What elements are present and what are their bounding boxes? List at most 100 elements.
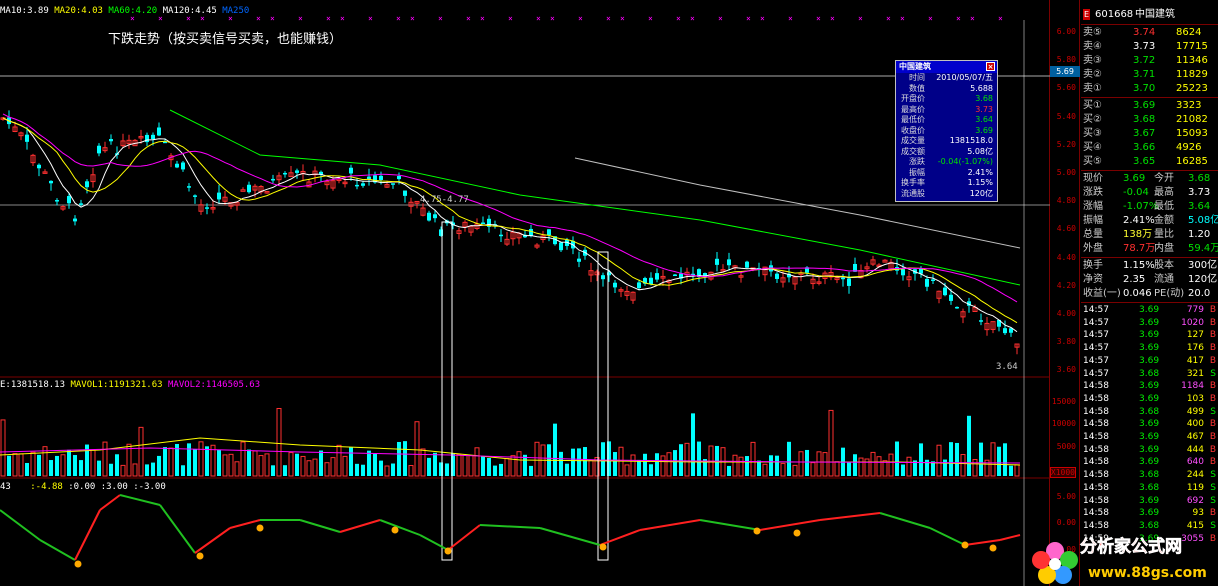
price-tick: 4.40 bbox=[1056, 252, 1076, 262]
popup-row: 时间 2010/05/07/五 bbox=[896, 73, 997, 84]
tick-volume: 119 bbox=[1186, 482, 1204, 493]
volume-bar bbox=[90, 449, 96, 477]
candle-body bbox=[181, 162, 185, 170]
tick-time: 14:58 bbox=[1083, 470, 1109, 481]
ask-label: 卖③ bbox=[1083, 55, 1102, 66]
quote-value: 2.41% bbox=[1123, 215, 1155, 226]
popup-row: 振幅 2.41% bbox=[896, 168, 997, 179]
indicator-segment bbox=[759, 519, 821, 531]
tick-volume: 400 bbox=[1186, 419, 1204, 430]
indicator-segment bbox=[599, 529, 641, 546]
fund-value: 300亿 bbox=[1188, 260, 1218, 271]
quote-label: 涨幅 bbox=[1083, 201, 1103, 212]
ask-price: 3.71 bbox=[1133, 69, 1156, 80]
mavol1-line bbox=[0, 437, 1021, 466]
candle-body bbox=[151, 134, 155, 140]
bid-volume: 4926 bbox=[1176, 142, 1202, 153]
tick-volume: 499 bbox=[1186, 406, 1204, 417]
data-popup[interactable]: 中国建筑 × 时间 2010/05/07/五 数值 5.688 开盘价 3.68 最高价 3.7… bbox=[895, 60, 998, 202]
market-badge: E bbox=[1083, 9, 1091, 20]
popup-title[interactable]: 中国建筑 × bbox=[896, 61, 997, 73]
volume-bar bbox=[0, 419, 6, 477]
tick-side: B bbox=[1209, 419, 1216, 430]
volume-bar bbox=[408, 465, 414, 477]
signal-marker: × bbox=[480, 14, 485, 23]
quote-label: 现价 bbox=[1083, 173, 1103, 184]
candle-body bbox=[775, 273, 779, 279]
volume-bar bbox=[792, 464, 798, 477]
tick-volume: 103 bbox=[1186, 393, 1204, 404]
volume-bar bbox=[120, 464, 126, 477]
price-tick: 4.80 bbox=[1056, 196, 1076, 206]
volume-legend: E:1381518.13 MAVOL1:1191321.63 MAVOL2:11… bbox=[0, 380, 260, 390]
buy-signal-dot bbox=[961, 541, 969, 549]
popup-value: 3.64 bbox=[975, 115, 993, 124]
tick-row: 14:58 3.69 103 B bbox=[1081, 393, 1218, 406]
volume-bar bbox=[25, 462, 29, 476]
quote-row: 涨幅 -1.07% 最低 3.64 bbox=[1081, 200, 1218, 213]
bid-row: 买⑤ 3.65 16285 bbox=[1081, 155, 1218, 168]
volume-bar bbox=[481, 456, 485, 476]
tick-row: 14:58 3.69 467 B bbox=[1081, 431, 1218, 444]
fund-row: 收益(一) 0.046 PE(动) 20.0 bbox=[1081, 287, 1218, 300]
volume-bar bbox=[349, 447, 353, 476]
price-tick: 3.80 bbox=[1056, 337, 1076, 347]
indicator-segment bbox=[419, 534, 449, 551]
candle-body bbox=[577, 258, 581, 262]
volume-bar bbox=[624, 464, 630, 477]
tick-side: B bbox=[1209, 355, 1216, 366]
volume-bar bbox=[565, 463, 569, 476]
candle-body bbox=[49, 180, 53, 184]
candle-body bbox=[673, 274, 677, 277]
tick-side: B bbox=[1209, 393, 1216, 404]
tick-row: 14:57 3.68 321 S bbox=[1081, 368, 1218, 381]
candle-body bbox=[427, 212, 431, 221]
volume-bar bbox=[787, 441, 791, 476]
candle-body bbox=[37, 164, 41, 169]
volume-bar bbox=[319, 450, 323, 476]
volume-bar bbox=[936, 444, 942, 477]
popup-title-text: 中国建筑 bbox=[899, 62, 931, 71]
signal-marker: × bbox=[410, 14, 415, 23]
volume-bar bbox=[73, 455, 77, 476]
volume-bar bbox=[151, 462, 155, 476]
kline-chart[interactable]: × × × × × × × × × × × × × × × × × × × × × × × × × × × × × × × × × × × × × × M… bbox=[0, 0, 1050, 586]
quote-row: 总量 138万 量比 1.20 bbox=[1081, 228, 1218, 241]
price-tick: 5.20 bbox=[1056, 139, 1076, 149]
signal-marker: × bbox=[368, 14, 373, 23]
buy-signal-dot bbox=[753, 527, 761, 535]
volume-bar bbox=[330, 457, 336, 477]
volume-bar bbox=[228, 453, 234, 477]
tick-price: 3.69 bbox=[1139, 305, 1160, 315]
signal-marker: × bbox=[956, 14, 961, 23]
vol-label: E:1381518.13 bbox=[0, 380, 66, 390]
volume-bar bbox=[613, 452, 617, 476]
tick-side: S bbox=[1210, 495, 1216, 506]
candle-body bbox=[949, 294, 953, 301]
tick-side: S bbox=[1210, 406, 1216, 417]
fund-value: 1.15% bbox=[1123, 260, 1155, 271]
tick-row: 14:57 3.69 779 B bbox=[1081, 304, 1218, 317]
candle-body bbox=[355, 184, 359, 187]
ma250-label: MA250 bbox=[222, 6, 250, 16]
bid-price: 3.65 bbox=[1133, 156, 1156, 167]
stock-name: 中国建筑 bbox=[1135, 9, 1175, 20]
volume-bar bbox=[312, 458, 318, 477]
volume-bar bbox=[198, 441, 204, 477]
close-icon[interactable]: × bbox=[986, 62, 995, 71]
ask-label: 卖② bbox=[1083, 69, 1102, 80]
tick-row: 14:57 3.69 176 B bbox=[1081, 342, 1218, 355]
tick-time: 14:58 bbox=[1083, 508, 1109, 519]
volume-bar bbox=[462, 454, 468, 477]
tick-row: 14:57 3.69 417 B bbox=[1081, 355, 1218, 368]
kline-canvas[interactable]: × × × × × × × × × × × × × × × × × × × × × × × × × × × × × × × × × × × × × × bbox=[0, 0, 1050, 586]
ask-volume: 11829 bbox=[1176, 69, 1208, 80]
fund-label: 净资 bbox=[1083, 274, 1103, 285]
volume-bar bbox=[102, 441, 108, 477]
ask-row: 卖③ 3.72 11346 bbox=[1081, 54, 1218, 67]
volume-bar bbox=[876, 456, 882, 477]
price-tick: 3.60 bbox=[1056, 365, 1076, 375]
volume-bar bbox=[655, 453, 659, 476]
volume-bar bbox=[336, 444, 342, 477]
tick-side: B bbox=[1209, 317, 1216, 328]
